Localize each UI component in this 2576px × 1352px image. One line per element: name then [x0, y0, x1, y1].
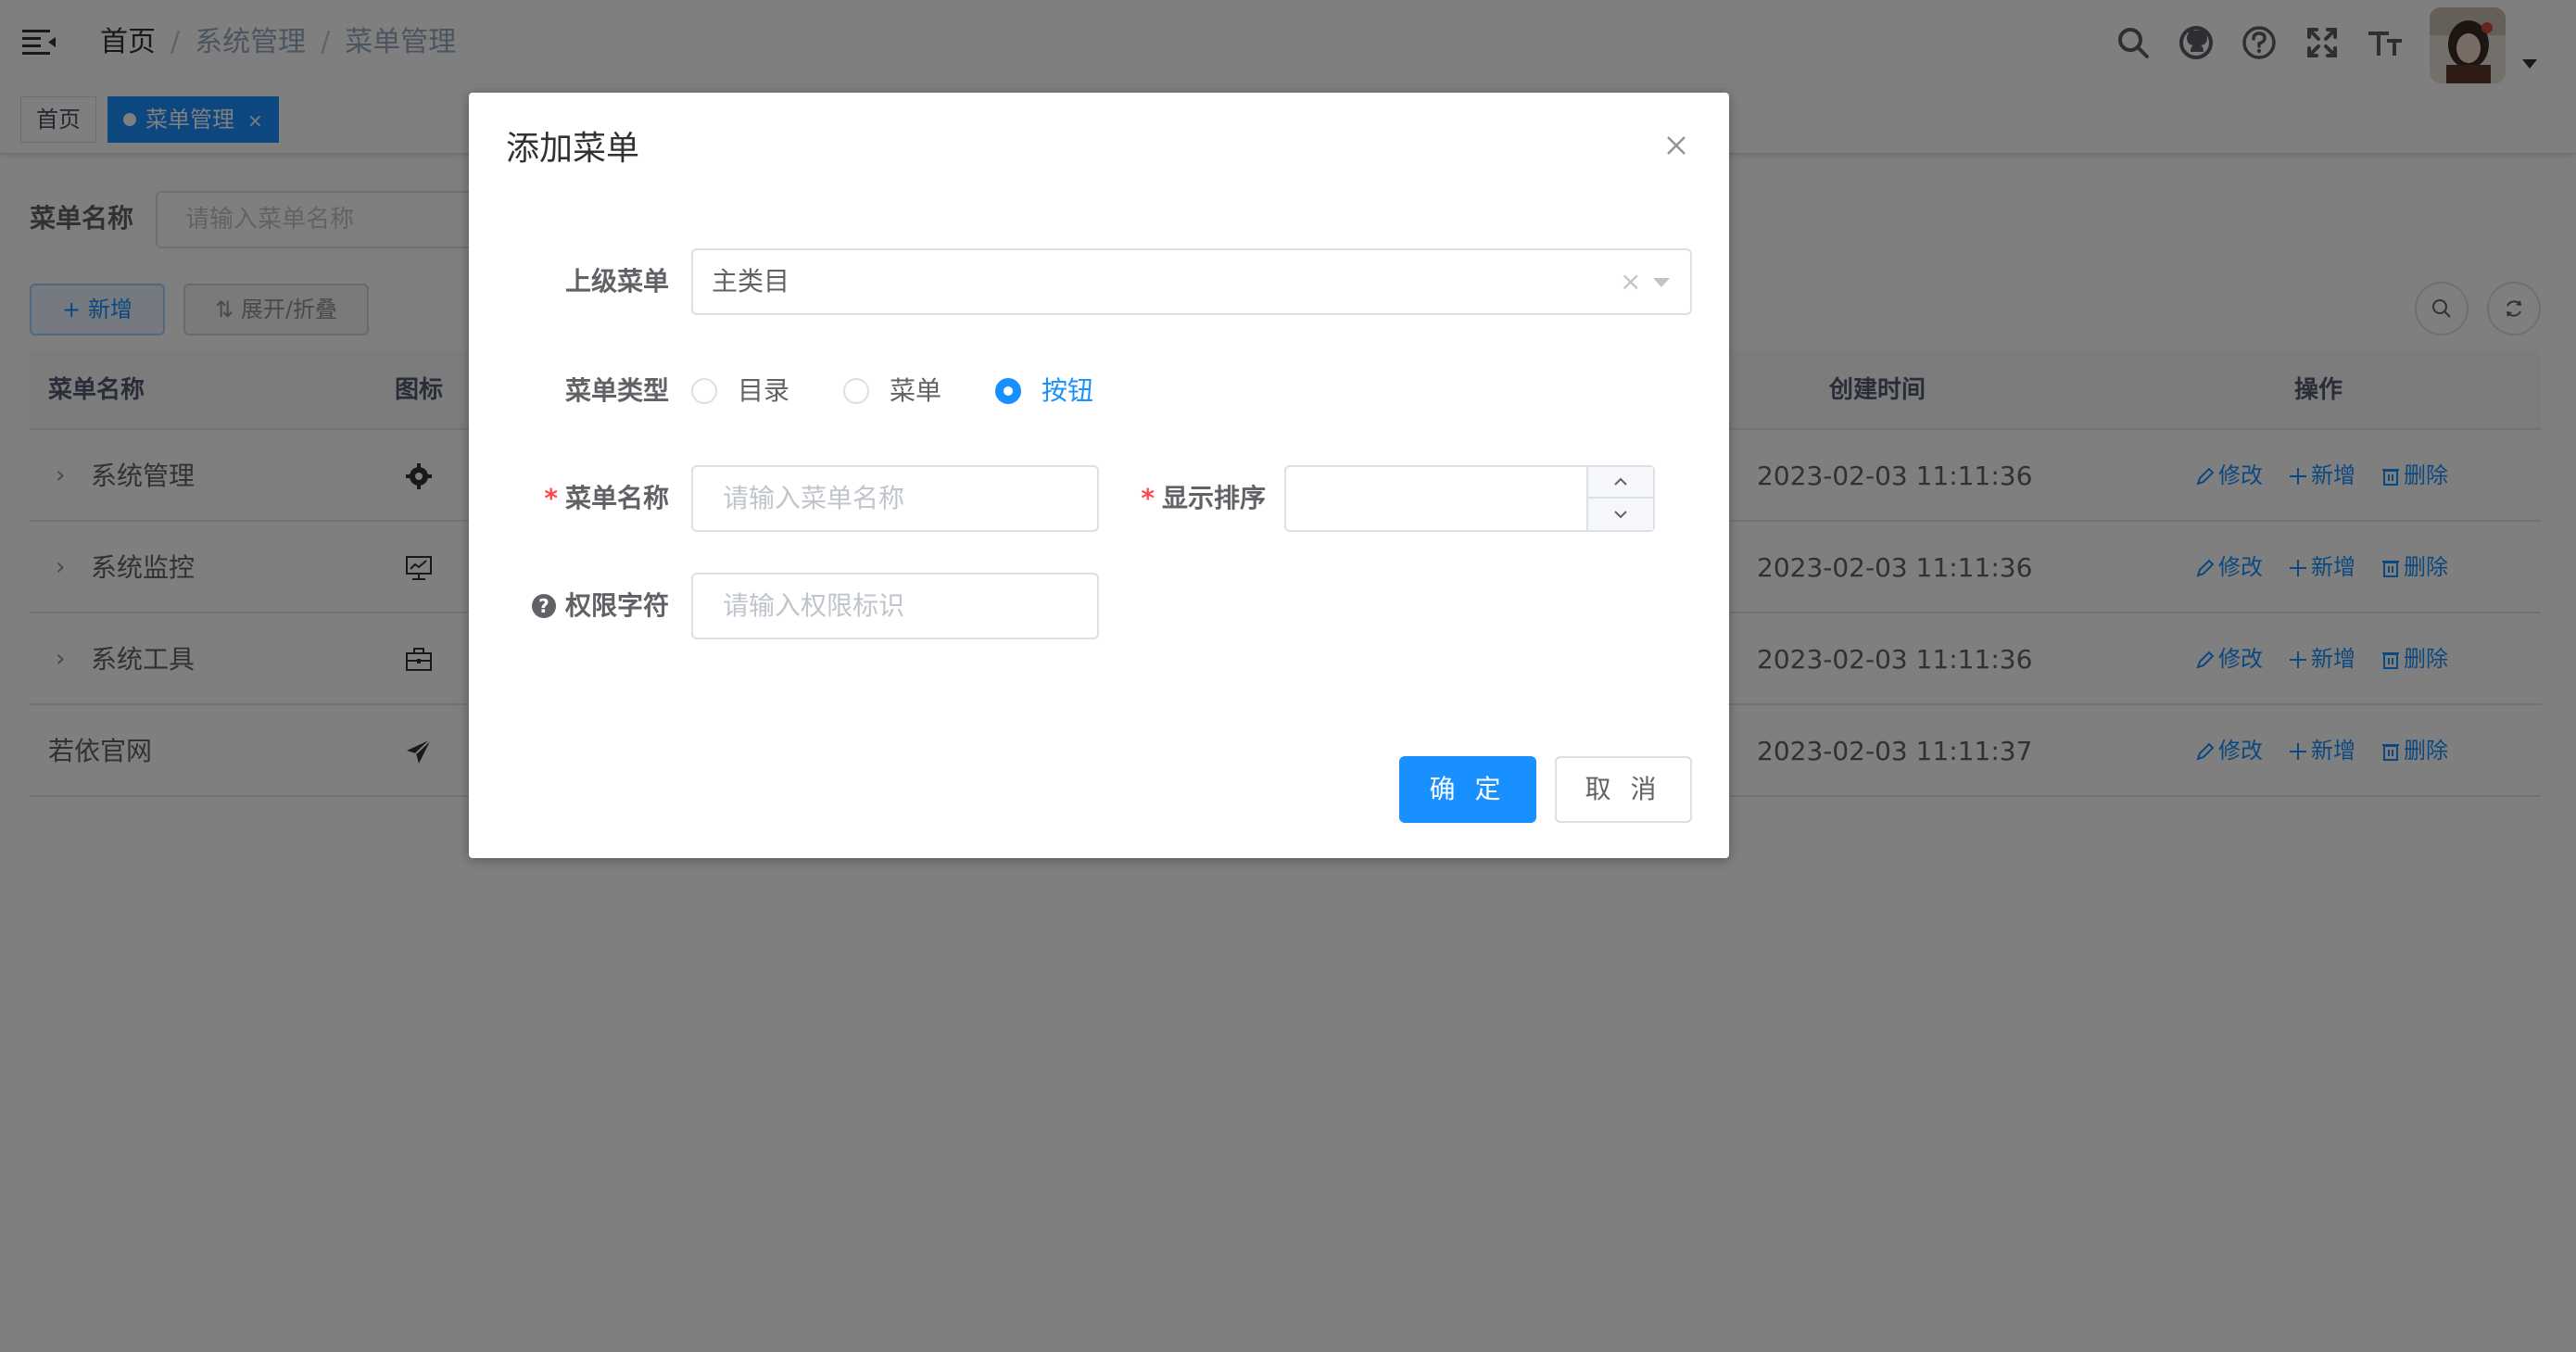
display-order-stepper[interactable] [1284, 465, 1655, 532]
stepper-increase[interactable] [1588, 467, 1653, 499]
clear-icon[interactable]: × [1620, 250, 1641, 313]
radio-circle [691, 378, 717, 404]
radio-circle [995, 378, 1021, 404]
radio-button[interactable]: 按钮 [995, 373, 1093, 410]
radio-menu[interactable]: 菜单 [843, 373, 941, 410]
permission-label-text: 权限字符 [564, 590, 669, 621]
close-icon[interactable] [1662, 132, 1690, 159]
add-menu-dialog: 添加菜单 上级菜单 主类目 × 菜单类型 目录 菜单 按钮 * 菜单名称 请输入菜… [469, 93, 1729, 858]
confirm-button[interactable]: 确 定 [1399, 756, 1536, 823]
permission-input[interactable]: 请输入权限标识 [691, 573, 1099, 639]
radio-circle [843, 378, 869, 404]
parent-menu-value: 主类目 [712, 266, 790, 297]
menu-name-input[interactable]: 请输入菜单名称 [691, 465, 1099, 532]
permission-label: ? 权限字符 [469, 588, 669, 625]
radio-label: 目录 [738, 375, 790, 406]
parent-menu-label: 上级菜单 [564, 266, 669, 297]
radio-label: 按钮 [1042, 375, 1094, 406]
required-mark: * [1141, 483, 1155, 513]
caret-down-icon[interactable] [1653, 278, 1670, 287]
parent-menu-select[interactable]: 主类目 × [691, 248, 1692, 315]
question-icon[interactable]: ? [531, 594, 556, 618]
display-order-label-text: 显示排序 [1161, 483, 1266, 513]
menu-type-label: 菜单类型 [564, 375, 669, 406]
dialog-title: 添加菜单 [506, 130, 640, 168]
stepper-controls [1586, 467, 1653, 530]
cancel-button[interactable]: 取 消 [1555, 756, 1692, 823]
display-order-label: * 显示排序 [1099, 480, 1266, 517]
menu-name-label-text: 菜单名称 [564, 483, 669, 513]
chevron-up-icon [1614, 477, 1627, 486]
required-mark: * [544, 483, 558, 513]
radio-directory[interactable]: 目录 [691, 373, 789, 410]
stepper-decrease[interactable] [1588, 499, 1653, 530]
menu-name-label: * 菜单名称 [469, 480, 669, 517]
radio-label: 菜单 [890, 375, 942, 406]
chevron-down-icon [1614, 511, 1627, 519]
